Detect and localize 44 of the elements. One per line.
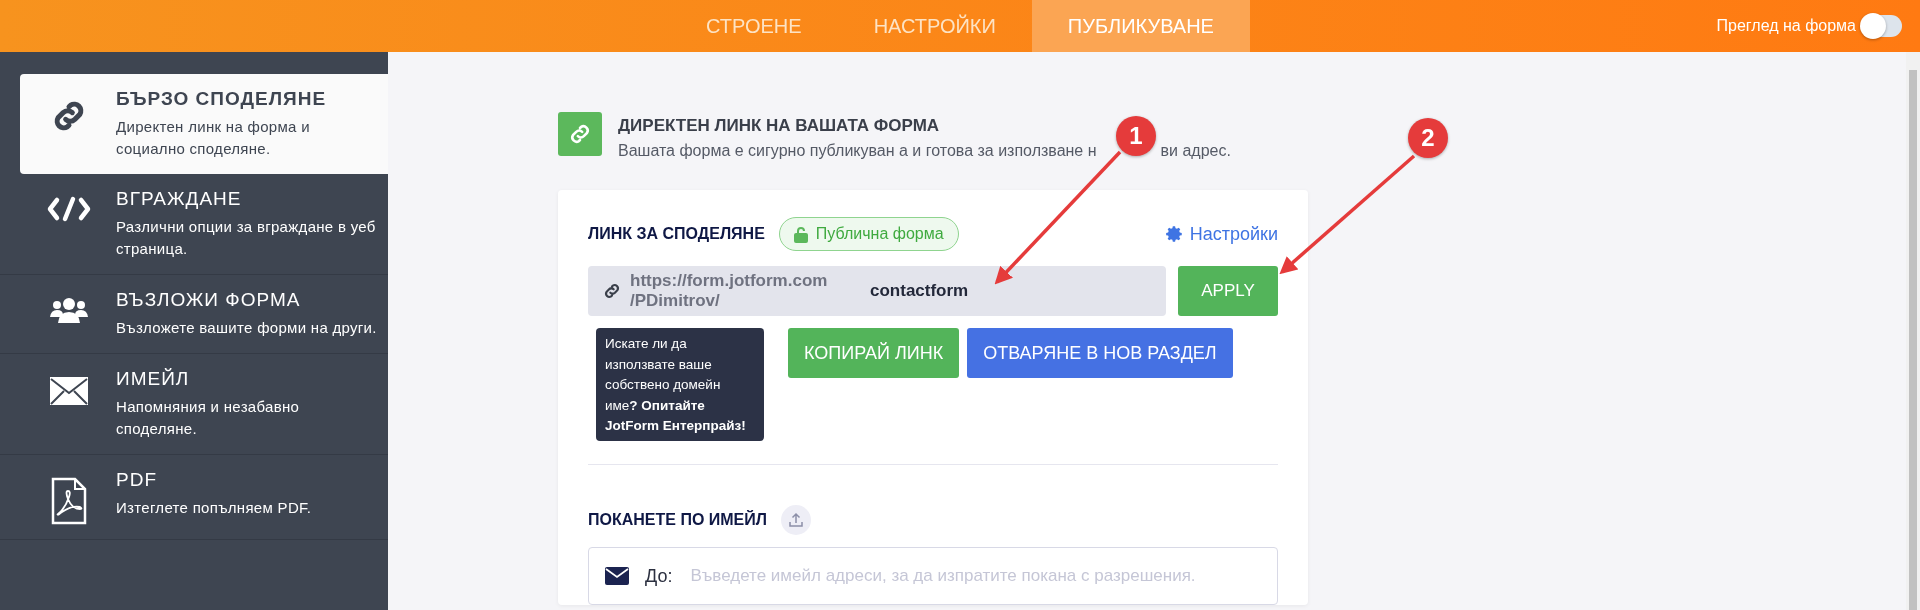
invite-label: ПОКАНЕТЕ ПО ИМЕЙЛ [588,511,767,529]
email-field[interactable]: До: Въведете имейл адреси, за да изпратите покана с разрешения. [588,547,1278,605]
section-subtitle: Вашата форма е сигурно публикуван а и готова за използване н [618,142,1097,160]
sidebar-item-description: Напомняния и незабавно споделяне. [116,397,301,439]
sidebar-item[interactable]: ВЪЗЛОЖИ ФОРМА Възложете вашите форми на други. [0,275,388,354]
public-form-badge: Публична форма [778,217,959,251]
settings-link[interactable]: Настройки [1165,223,1278,245]
preview-label: Преглед на форма [1716,17,1856,35]
upload-icon[interactable] [781,505,811,535]
link-icon [558,112,602,156]
sidebar-item-title: ИМЕЙЛ [116,368,191,390]
link-icon [602,281,622,301]
envelope-icon [49,376,89,406]
step-marker: 1 [1116,116,1156,156]
sidebar-item-title: ВЪЗЛОЖИ ФОРМА [116,289,302,311]
sidebar-item-title: БЪРЗО СПОДЕЛЯНЕ [116,88,328,110]
domain-tooltip: Искате ли да използвате ваше собствено домейн име? Опитайте JotForm Ентерпрайз! [596,328,764,441]
pdf-file-icon [51,477,87,525]
sidebar-item-description: Различни опции за вграждане в уеб страница. [116,217,377,259]
email-input[interactable]: Въведете имейл адреси, за да изпратите покана с разрешения. [688,565,1277,587]
sidebar-item[interactable]: ВГРАЖДАНЕ Различни опции за вграждане в уеб страница. [0,174,388,275]
sidebar-item-description: Изтеглете попълняем PDF. [116,498,313,518]
preview-toggle[interactable] [1862,15,1902,37]
sidebar-item-description: Директен линк на форма и социално споделяне. [116,117,311,159]
section-subtitle: ви адрес. [1160,142,1231,160]
code-icon [47,196,91,222]
step-marker: 2 [1408,118,1448,158]
sidebar-item-title: ВГРАЖДАНЕ [116,188,243,210]
users-icon [50,297,88,323]
sidebar-item[interactable]: ИМЕЙЛ Напомняния и незабавно споделяне. [0,354,388,455]
open-new-tab-button[interactable]: ОТВАРЯНЕ В НОВ РАЗДЕЛ [967,328,1233,378]
to-label: До: [645,565,673,587]
envelope-icon [605,567,629,585]
share-link-label: ЛИНК ЗА СПОДЕЛЯНЕ [588,225,765,243]
settings-icon [1165,225,1184,243]
sidebar-item-title: PDF [116,469,158,491]
link-field[interactable]: https://form.jotform.com /PDimitrov/ contactform [588,266,1166,316]
unlock-icon [793,225,808,243]
sidebar-item[interactable]: БЪРЗО СПОДЕЛЯНЕ Директен линк на форма и социално споделяне. [20,74,388,174]
section-title: ДИРЕКТЕН ЛИНК НА ВАШАТА ФОРМА [618,116,940,136]
scrollbar[interactable] [1906,52,1920,610]
sidebar-item-description: Възложете вашите форми на други. [116,318,378,338]
sidebar-item[interactable]: PDF Изтеглете попълняем PDF. [0,455,388,540]
slug-input[interactable]: contactform [868,280,1052,302]
